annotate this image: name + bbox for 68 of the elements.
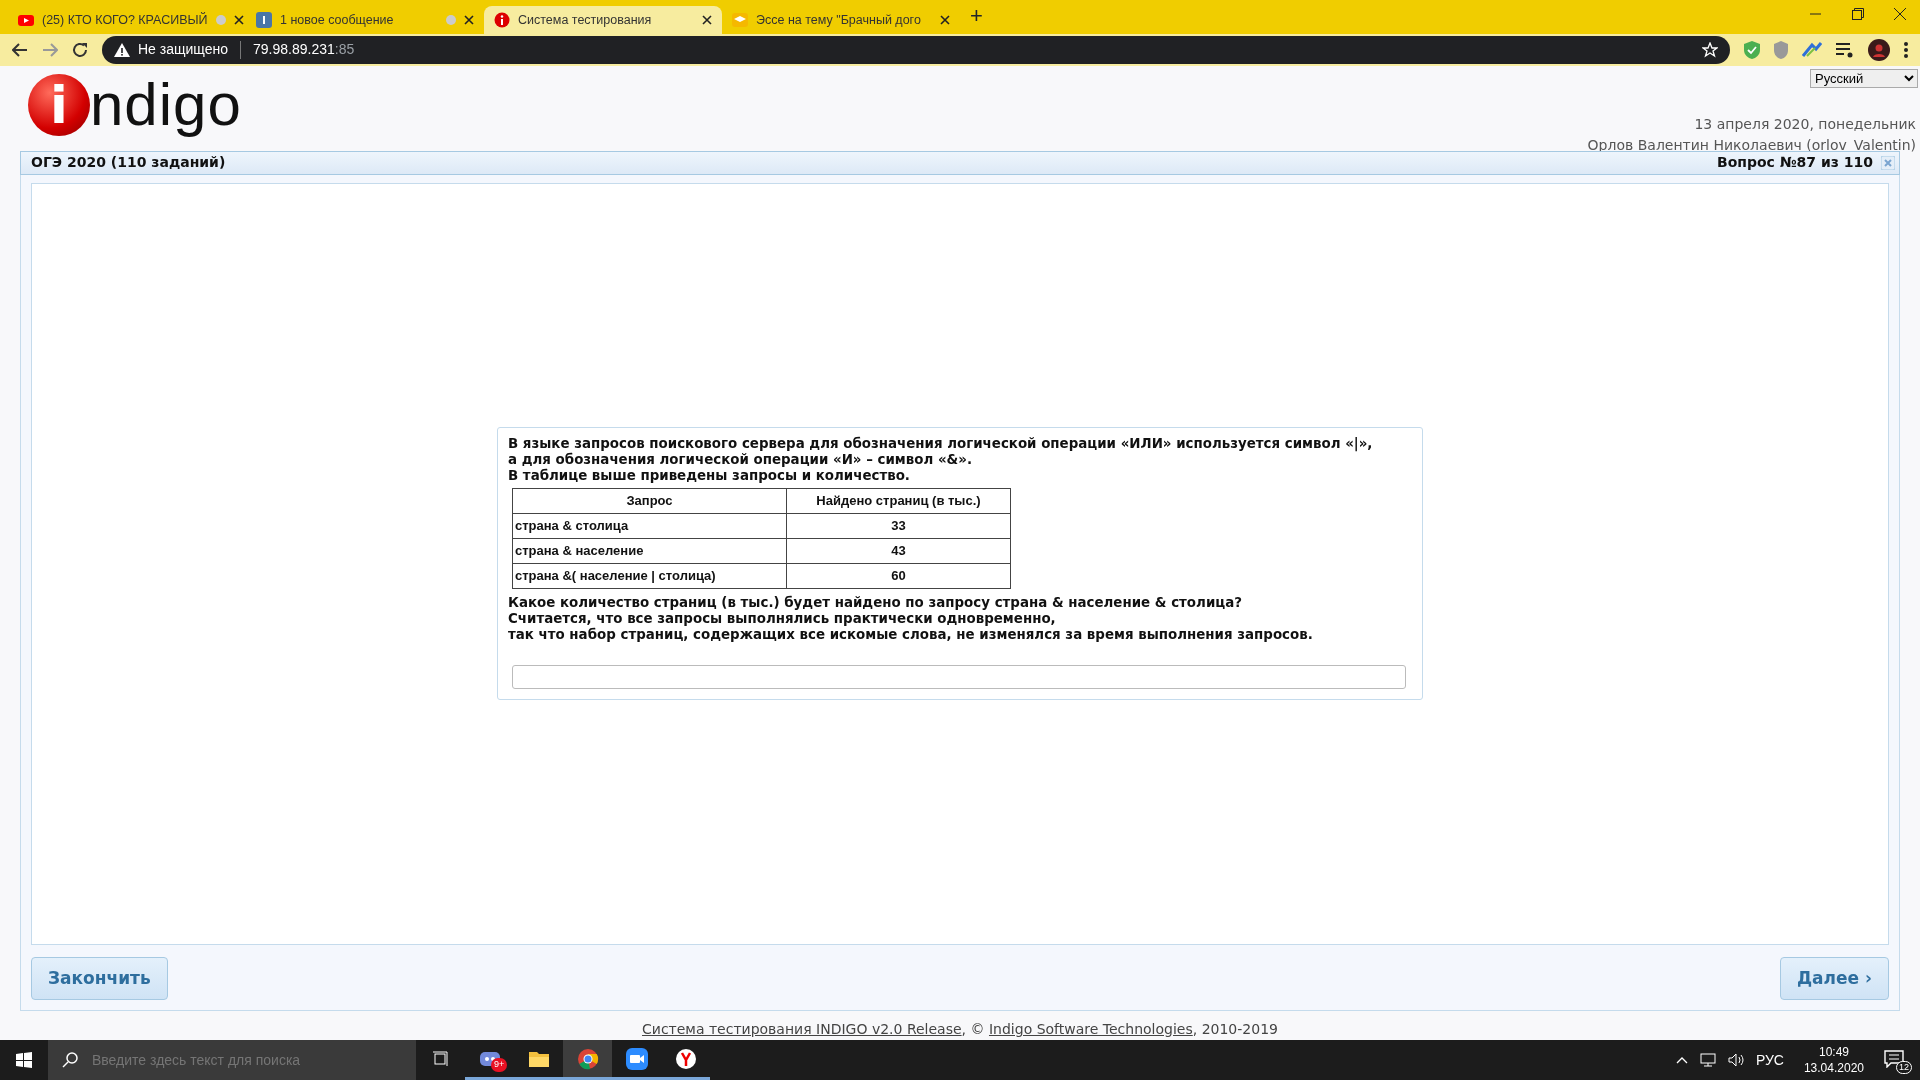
search-icon: [62, 1052, 78, 1068]
table-cell: 43: [786, 538, 1011, 564]
question-text: Какое количество страниц (в тыс.) будет найдено по запросу страна & население & столица?: [508, 595, 1243, 611]
security-label: Не защищено: [138, 40, 228, 60]
next-button[interactable]: Далее ›: [1779, 956, 1889, 1000]
back-arrow-icon[interactable]: [12, 42, 28, 57]
footer-link[interactable]: Indigo Software Technologies: [988, 1021, 1193, 1037]
language-select[interactable]: Русский: [1810, 68, 1918, 88]
windows-start-icon[interactable]: [16, 1052, 32, 1068]
browser-tab[interactable]: (25) КТО КОГО? КРАСИВЫЙ: [8, 6, 246, 34]
network-icon[interactable]: [1699, 1053, 1716, 1067]
task-view-icon[interactable]: [432, 1050, 449, 1067]
question-text: Считается, что все запросы выполнялись практически одновременно,: [508, 611, 1057, 627]
user-name: Орлов Валентин Николаевич (orlov_Valentin): [1587, 135, 1916, 155]
logo-letter: i: [28, 73, 90, 136]
close-icon[interactable]: [233, 15, 244, 25]
reload-icon[interactable]: [72, 41, 88, 58]
question-text: В языке запросов поискового сервера для обозначения логической операции «ИЛИ» используется символ «|»,: [508, 436, 1374, 452]
close-icon[interactable]: [1894, 8, 1906, 20]
notification-badge: 9+: [491, 1058, 508, 1072]
close-icon[interactable]: [940, 15, 950, 25]
question-text: а для обозначения логической операции «И» – символ «&».: [508, 452, 973, 468]
star-icon[interactable]: [1702, 41, 1718, 58]
browser-tab[interactable]: Система тестирования: [484, 6, 722, 34]
answer-field[interactable]: [512, 665, 1406, 689]
finish-button[interactable]: Закончить: [31, 956, 168, 1000]
speaker-icon[interactable]: [1727, 1053, 1744, 1067]
close-icon[interactable]: [702, 15, 712, 25]
test-title: ОГЭ 2020 (110 заданий): [31, 153, 226, 172]
clock-time[interactable]: 10:49: [1818, 1044, 1849, 1060]
column-header: Найдено страниц (в тыс.): [786, 488, 1011, 514]
footer-text: , ©: [961, 1021, 986, 1037]
video-icon: [18, 12, 34, 28]
clock-date[interactable]: 13.04.2020: [1803, 1060, 1864, 1076]
extension-icon[interactable]: [1802, 41, 1822, 58]
menu-icon[interactable]: [1904, 41, 1908, 58]
shield-check-icon[interactable]: [1744, 40, 1760, 59]
logo-text: ndigo: [90, 74, 242, 135]
table-cell: страна & население: [512, 538, 787, 564]
taskbar-app[interactable]: [563, 1040, 612, 1080]
question-text: так что набор страниц, содержащих все искомые слова, не изменялся за время выполнения запросов.: [508, 627, 1314, 643]
table-cell: страна & столица: [512, 513, 787, 539]
info-icon: [494, 12, 510, 28]
taskbar-app[interactable]: 9+: [465, 1040, 514, 1080]
address-bar[interactable]: Не защищено 79.98.89.231:85: [102, 35, 1730, 64]
warning-icon: [114, 42, 130, 57]
restore-icon[interactable]: [1852, 8, 1864, 20]
footer-link[interactable]: Система тестирования INDIGO v2.0 Release: [642, 1021, 962, 1037]
table-cell: 60: [786, 563, 1011, 589]
taskbar-search-field[interactable]: Введите здесь текст для поиска: [48, 1040, 416, 1080]
column-header: Запрос: [512, 488, 787, 514]
new-tab-button[interactable]: +: [960, 0, 993, 36]
table-cell: страна &( население | столица): [512, 563, 787, 589]
footer-text: , 2010-2019: [1192, 1021, 1278, 1037]
input-language[interactable]: РУС: [1755, 1049, 1784, 1071]
close-icon[interactable]: [464, 15, 474, 25]
url-text: 79.98.89.231:85: [253, 40, 355, 60]
chevron-up-icon[interactable]: [1675, 1056, 1688, 1064]
notification-count: 12: [1896, 1061, 1912, 1074]
browser-tab[interactable]: 1 новое сообщение: [246, 6, 484, 34]
question-counter: Вопрос №87 из 110: [1716, 153, 1873, 172]
table-cell: 33: [786, 513, 1011, 539]
question-text: В таблице выше приведены запросы и количество.: [508, 468, 911, 484]
date-text: 13 апреля 2020, понедельник: [1694, 114, 1916, 134]
browser-tab[interactable]: Эссе на тему "Брачный дого: [722, 6, 960, 34]
avatar-icon[interactable]: [1868, 38, 1890, 61]
video-camera-icon: [625, 1047, 648, 1070]
playlist-icon[interactable]: [1836, 41, 1854, 58]
